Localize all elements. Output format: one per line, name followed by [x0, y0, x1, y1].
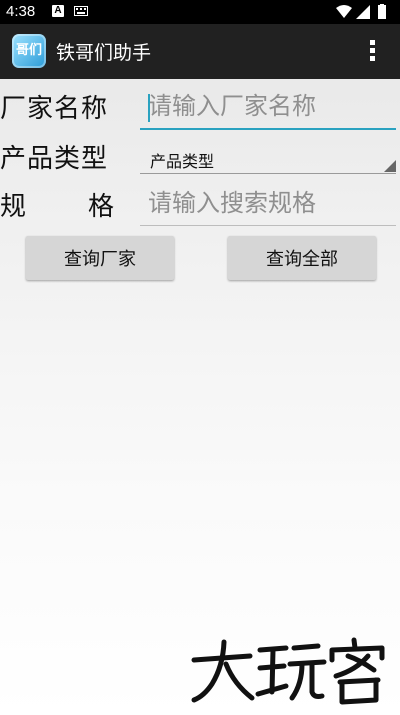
product-type-selected: 产品类型 [150, 152, 215, 171]
product-type-dropdown[interactable]: 产品类型 [140, 140, 396, 174]
dropdown-arrow-icon [384, 160, 396, 172]
a-box-icon: A [52, 5, 64, 17]
signal-icon [356, 5, 370, 19]
manufacturer-label: 厂家名称 [0, 94, 109, 124]
watermark-logo [191, 637, 385, 705]
product-type-label: 产品类型 [0, 144, 109, 174]
app-title: 铁哥们助手 [56, 42, 152, 64]
text-cursor [148, 94, 150, 122]
spec-label: 规 格 [0, 186, 118, 223]
wifi-icon [336, 5, 352, 18]
keyboard-icon [74, 6, 88, 16]
query-all-button[interactable]: 查询全部 [228, 236, 376, 280]
query-manufacturer-button[interactable]: 查询厂家 [26, 236, 174, 280]
status-time: 4:38 [6, 3, 36, 20]
app-bar: 哥们 铁哥们助手 [0, 24, 400, 79]
spec-input[interactable] [140, 182, 396, 224]
app-logo-icon: 哥们 [12, 34, 46, 68]
status-right-icons [336, 4, 386, 19]
spec-label-char-1: 规 [0, 192, 27, 222]
status-bar: 4:38 A [0, 0, 400, 24]
manufacturer-input[interactable] [140, 84, 396, 128]
spec-field-wrapper [140, 182, 396, 226]
overflow-menu-icon[interactable] [370, 40, 376, 64]
manufacturer-field-wrapper [140, 84, 396, 130]
battery-icon [378, 5, 386, 19]
spec-label-char-2: 格 [87, 192, 114, 222]
